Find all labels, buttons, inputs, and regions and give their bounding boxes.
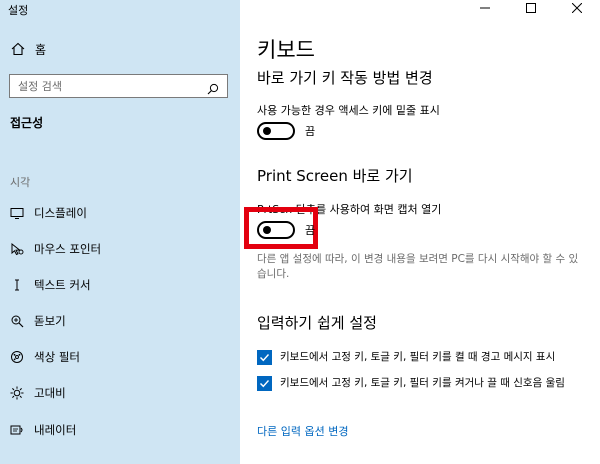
sidebar-item-high-contrast[interactable]: 고대비 (10, 384, 66, 402)
page-title: 키보드 (257, 38, 315, 62)
main-content: 키보드 바로 가기 키 작동 방법 변경 사용 가능한 경우 액세스 키에 밑줄… (240, 0, 600, 464)
checkmark-icon (260, 380, 270, 388)
printscreen-section-heading: Print Screen 바로 가기 (257, 167, 413, 185)
warning-message-option: 키보드에서 고정 키, 토글 키, 필터 키를 켤 때 경고 메시지 표시 (257, 350, 600, 365)
typing-section-heading: 입력하기 쉽게 설정 (257, 314, 377, 332)
sidebar-item-label: 텍스트 커서 (34, 278, 91, 292)
underline-access-keys-setting: 끔 (257, 122, 315, 140)
sidebar-item-narrator[interactable]: 내레이터 (10, 421, 76, 439)
mouse-pointer-icon (10, 242, 24, 256)
sidebar-item-label: 마우스 포인터 (34, 242, 102, 256)
sidebar-item-magnifier[interactable]: 돋보기 (10, 312, 66, 330)
search-placeholder: 설정 검색 (18, 80, 62, 93)
shortcut-section-heading: 바로 가기 키 작동 방법 변경 (257, 69, 433, 87)
checkmark-icon (260, 354, 270, 362)
sidebar-item-label: 고대비 (34, 386, 66, 400)
text-cursor-icon (10, 278, 24, 292)
sound-option: 키보드에서 고정 키, 토글 키, 필터 키를 켜거나 끌 때 신호음 울림 (257, 376, 600, 391)
toggle-state: 끔 (305, 125, 316, 138)
color-filter-icon (10, 350, 24, 364)
sound-label: 키보드에서 고정 키, 토글 키, 필터 키를 켜거나 끌 때 신호음 울림 (280, 377, 565, 389)
sidebar-item-display[interactable]: 디스플레이 (10, 204, 87, 222)
home-icon (11, 42, 25, 56)
sidebar-item-color-filter[interactable]: 색상 필터 (10, 348, 80, 366)
sidebar-item-text-cursor[interactable]: 텍스트 커서 (10, 276, 91, 294)
settings-search[interactable]: 설정 검색 (9, 74, 228, 98)
underline-access-keys-toggle[interactable] (257, 122, 295, 140)
other-input-options-link[interactable]: 다른 입력 옵션 변경 (257, 423, 348, 439)
sidebar-item-label: 내레이터 (34, 423, 77, 437)
underline-access-keys-label: 사용 가능한 경우 액세스 키에 밑줄 표시 (257, 104, 440, 117)
sidebar-item-label: 돋보기 (34, 314, 66, 328)
monitor-icon (10, 206, 24, 220)
narrator-icon (10, 423, 24, 437)
sidebar-item-label: 색상 필터 (34, 350, 80, 364)
printscreen-setting: 끔 (257, 221, 315, 239)
toggle-knob (263, 127, 271, 135)
sound-checkbox[interactable] (257, 376, 272, 391)
high-contrast-icon (10, 386, 24, 400)
warning-message-label: 키보드에서 고정 키, 토글 키, 필터 키를 켤 때 경고 메시지 표시 (280, 351, 556, 363)
section-label-vision: 시각 (10, 176, 31, 189)
window-title: 설정 (8, 4, 29, 17)
toggle-knob (263, 226, 271, 234)
search-icon[interactable] (207, 80, 219, 95)
sidebar-home[interactable]: 홈 (11, 40, 46, 58)
home-label: 홈 (35, 42, 47, 57)
sidebar-item-label: 디스플레이 (34, 206, 87, 220)
category-accessibility: 접근성 (10, 116, 44, 130)
toggle-state: 끔 (305, 224, 316, 237)
magnifier-icon (10, 314, 24, 328)
printscreen-toggle[interactable] (257, 221, 295, 239)
sidebar: 설정 홈 설정 검색 접근성 시각 디스플레이 마우스 포인터 텍스트 커서 돋… (0, 0, 240, 464)
restart-note: 다른 앱 설정에 따라, 이 변경 내용을 보려면 PC를 다시 시작해야 할 … (257, 253, 579, 280)
sidebar-item-mouse-pointer[interactable]: 마우스 포인터 (10, 240, 101, 258)
warning-message-checkbox[interactable] (257, 350, 272, 365)
